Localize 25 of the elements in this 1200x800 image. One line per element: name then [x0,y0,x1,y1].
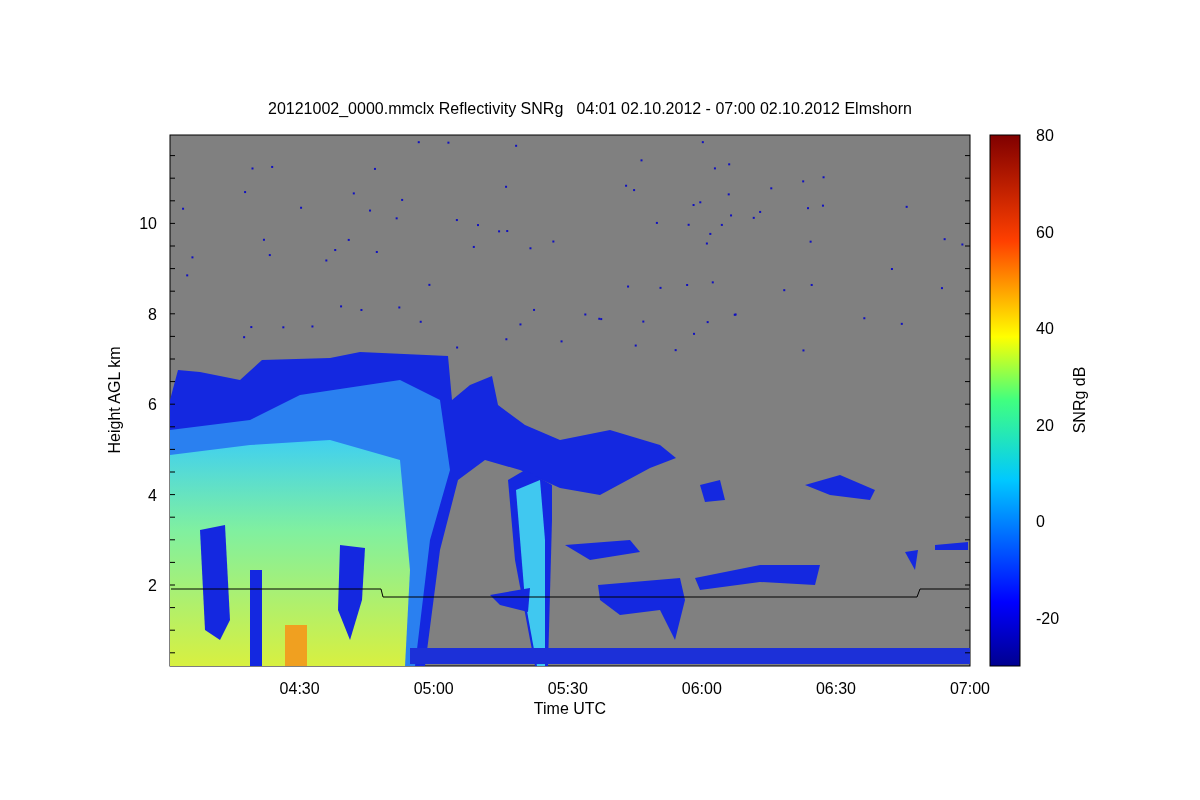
y-axis-label: Height AGL km [106,346,123,454]
colorbar-tick-label: 80 [1036,127,1054,144]
colorbar-tick-label: 40 [1036,320,1054,338]
x-tick-label: 06:00 [681,680,722,697]
x-tick-label: 06:30 [815,680,856,697]
y-tick-label: 4 [148,486,157,504]
colorbar-tick-label: 0 [1036,513,1045,531]
y-tick-label: 2 [148,577,157,594]
plot-title: 20121002_0000.mmclx Reflectivity SNRg 04:01 02.10.2012 - 07:00 02.10.2012 Elmshorn [268,100,912,117]
echo-patch [905,550,918,570]
colorbar-tick-label: 20 [1036,416,1054,434]
x-tick-label: 07:00 [950,680,990,697]
colorbar-tick-label: -20 [1036,609,1060,627]
colorbar-label: SNRg dB [1071,366,1088,434]
y-tick-label: 10 [139,215,157,233]
echo-patch [805,475,875,500]
x-tick-label: 05:00 [413,680,454,697]
x-tick-label: 04:30 [279,680,320,697]
x-tick-label: 05:30 [547,680,588,697]
echo-patch [700,480,725,502]
x-axis-label: Time UTC [533,700,607,717]
y-tick-label: 8 [148,305,157,323]
y-tick-label: 6 [148,396,157,414]
colorbar-tick-label: 60 [1036,223,1054,241]
echo-patch [935,542,968,550]
